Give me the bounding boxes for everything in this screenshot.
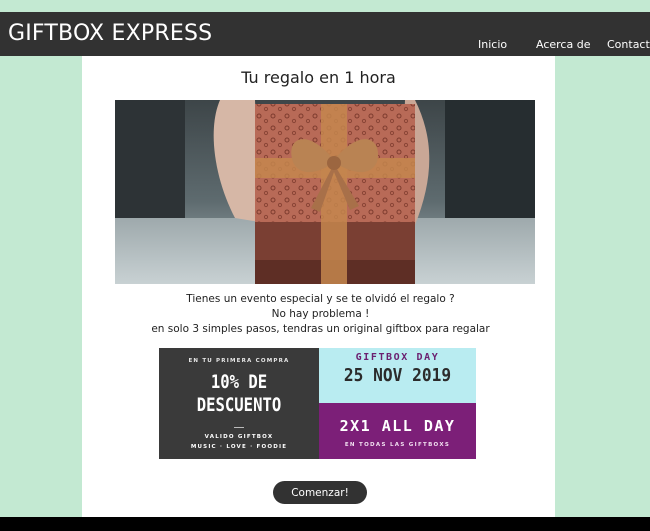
nav-links: Inicio Acerca de Contacto xyxy=(0,38,650,54)
promo-2x1-subtext: EN TODAS LAS GIFTBOXS xyxy=(344,442,451,448)
promo-2x1-panel: 2X1 ALL DAY EN TODAS LAS GIFTBOXS xyxy=(319,403,476,459)
gift-box-photo xyxy=(115,100,535,284)
nav-link-acerca[interactable]: Acerca de xyxy=(536,38,590,51)
promo-date: 25 NOV 2019 xyxy=(343,365,452,386)
nav-link-inicio[interactable]: Inicio xyxy=(478,38,507,51)
bottom-bar xyxy=(0,517,650,531)
promo-discount-line2: DESCUENTO xyxy=(196,394,282,416)
page-title: Tu regalo en 1 hora xyxy=(241,68,396,87)
nav-link-contacto[interactable]: Contacto xyxy=(607,38,650,51)
promo-categories-text: MUSIC · LOVE · FOODIE xyxy=(190,444,288,450)
description-line: No hay problema ! xyxy=(271,308,370,320)
promo-2x1-heading: 2X1 ALL DAY xyxy=(339,417,456,435)
promo-valid-text: VALIDO GIFTBOX xyxy=(204,434,274,440)
description: Tienes un evento especial y se te olvidó… xyxy=(82,292,559,337)
description-line: Tienes un evento especial y se te olvidó… xyxy=(186,293,455,305)
promo-divider xyxy=(234,427,244,428)
start-button[interactable]: Comenzar! xyxy=(273,481,367,504)
promo-discount-heading: 10% DE DESCUENTO xyxy=(173,371,304,417)
promo-giftbox-day-label: GIFTBOX DAY xyxy=(355,352,440,363)
navbar: GIFTBOX EXPRESS Inicio Acerca de Contact… xyxy=(0,12,650,56)
promo-discount-line1: 10% DE xyxy=(210,371,268,393)
description-line: en solo 3 simples pasos, tendras un orig… xyxy=(151,323,490,335)
hero-image xyxy=(115,100,535,284)
promo-banner: EN TU PRIMERA COMPRA 10% DE DESCUENTO VA… xyxy=(159,348,476,459)
promo-giftbox-day-panel: GIFTBOX DAY 25 NOV 2019 xyxy=(319,348,476,403)
promo-first-purchase: EN TU PRIMERA COMPRA xyxy=(188,358,290,364)
top-strip xyxy=(0,0,650,12)
promo-discount-panel: EN TU PRIMERA COMPRA 10% DE DESCUENTO VA… xyxy=(159,348,319,459)
content-panel: Tu regalo en 1 hora Tienes un evento esp… xyxy=(82,56,555,517)
